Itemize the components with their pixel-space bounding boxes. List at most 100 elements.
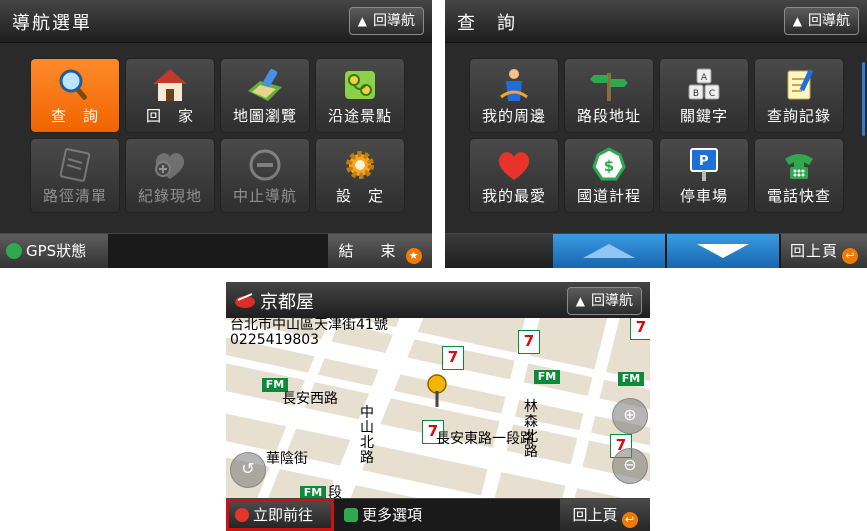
exit-runner-icon: ★ [405, 248, 422, 264]
nav-menu-screen: 導航選單 ▲ 回導航 查 詢 回 家 地圖瀏覽 沿途景點 路徑清單 紀錄現地 中… [0, 0, 432, 268]
search-parking-label: 停車場 [679, 187, 728, 205]
exit-button[interactable]: 結 束 ★ [328, 234, 432, 268]
page-down-button[interactable] [667, 234, 779, 268]
menu-poi-along-route-button[interactable]: 沿途景點 [315, 58, 405, 133]
go-now-button[interactable]: 立即前往 [226, 499, 334, 531]
more-options-icon [344, 508, 358, 522]
title-bar: 導航選單 ▲ 回導航 [0, 0, 432, 43]
triangle-up-icon [583, 244, 635, 258]
map-icon [248, 68, 282, 101]
bottom-bar: 立即前往 更多選項 回上頁 ↩ [226, 498, 650, 531]
route-list-icon [59, 148, 91, 182]
menu-settings-label: 設 定 [335, 187, 384, 205]
menu-stop-navigation-label: 中止導航 [232, 187, 297, 205]
menu-route-list-label: 路徑清單 [42, 187, 107, 205]
seven-eleven-marker[interactable]: 7 [442, 346, 464, 370]
page-up-button[interactable] [553, 234, 665, 268]
signpost-icon [590, 73, 628, 101]
zoom-out-button[interactable]: ⊖ [612, 448, 648, 484]
stop-icon [249, 149, 281, 181]
search-parking-button[interactable]: P 停車場 [659, 138, 749, 213]
page-title: 查 詢 [457, 13, 517, 34]
seven-eleven-marker[interactable]: 7 [630, 318, 650, 340]
street-label: 長安東路一段路 [436, 431, 534, 447]
gear-icon [346, 151, 374, 179]
search-keyword-button[interactable]: A B C 關鍵字 [659, 58, 749, 133]
street-label: 林森北路 [524, 399, 538, 460]
street-label: 長安西路 [282, 391, 338, 407]
poi-phone: 0225419803 [230, 332, 320, 348]
menu-stop-navigation-button[interactable]: 中止導航 [220, 138, 310, 213]
search-favorites-button[interactable]: 我的最愛 [469, 138, 559, 213]
menu-map-browse-button[interactable]: 地圖瀏覽 [220, 58, 310, 133]
poi-title: 京都屋 [260, 292, 314, 313]
menu-save-location-label: 紀錄現地 [137, 187, 202, 205]
bottom-bar: GPS狀態 結 束 ★ [0, 233, 432, 268]
search-favorites-label: 我的最愛 [481, 187, 546, 205]
street-label: 華陰街 [266, 451, 308, 467]
search-highway-toll-button[interactable]: $ 國道計程 [564, 138, 654, 213]
heart-add-icon [155, 153, 185, 179]
back-page-button[interactable]: 回上頁 ↩ [781, 234, 867, 268]
zoom-in-button[interactable]: ⊕ [612, 398, 648, 434]
go-now-icon [235, 508, 249, 522]
bottom-bar: 回上頁 ↩ [445, 233, 867, 268]
menu-poi-along-route-label: 沿途景點 [327, 107, 392, 125]
poi-detail-screen: 京都屋 ▲ 回導航 7 7 7 7 7 FM FM FM FM 長安西路 長安東路… [226, 282, 650, 531]
back-arrow-icon: ↩ [621, 512, 638, 528]
menu-search-button[interactable]: 查 詢 [30, 58, 120, 133]
heart-icon [498, 152, 530, 180]
back-to-navigation-button[interactable]: ▲ 回導航 [348, 7, 424, 35]
search-history-button[interactable]: 查詢記錄 [754, 58, 844, 133]
title-bar: 查 詢 ▲ 回導航 [445, 0, 867, 43]
menu-map-browse-label: 地圖瀏覽 [232, 107, 297, 125]
back-arrow-icon: ↩ [842, 248, 858, 264]
back-page-button[interactable]: 回上頁 ↩ [560, 499, 650, 531]
familymart-marker[interactable]: FM [262, 378, 288, 392]
search-road-address-button[interactable]: 路段地址 [564, 58, 654, 133]
gps-status-button[interactable]: GPS狀態 [0, 234, 108, 268]
search-keyword-label: 關鍵字 [679, 107, 728, 125]
back-to-navigation-button[interactable]: ▲ 回導航 [783, 7, 859, 35]
house-icon [153, 69, 187, 101]
menu-search-label: 查 詢 [50, 107, 99, 125]
back-to-navigation-button[interactable]: ▲ 回導航 [566, 287, 642, 315]
menu-home-button[interactable]: 回 家 [125, 58, 215, 133]
menu-settings-button[interactable]: 設 定 [315, 138, 405, 213]
search-highway-toll-label: 國道計程 [576, 187, 641, 205]
route-poi-icon [345, 71, 375, 99]
familymart-marker[interactable]: FM [618, 372, 644, 386]
keyboard-keys-icon: A B C [688, 68, 720, 100]
street-label: 中山北路 [360, 405, 374, 466]
more-options-button[interactable]: 更多選項 [340, 499, 422, 531]
search-history-label: 查詢記錄 [766, 107, 831, 125]
search-phone-lookup-label: 電話快查 [766, 187, 831, 205]
magnifier-icon [59, 69, 87, 100]
svg-text:B: B [693, 89, 699, 99]
chevron-up-icon: ▲ [575, 294, 585, 308]
bottom-bar-spacer [445, 234, 553, 268]
search-screen: 查 詢 ▲ 回導航 我的周邊 路段地址 A B C 關鍵字 查詢記錄 我的最愛 … [445, 0, 867, 268]
destination-pin-icon[interactable] [426, 374, 448, 408]
svg-text:A: A [701, 73, 708, 83]
search-nearby-label: 我的周邊 [481, 107, 546, 125]
person-nearby-icon [500, 69, 528, 101]
menu-home-label: 回 家 [145, 107, 194, 125]
title-bar: 京都屋 ▲ 回導航 [226, 282, 650, 318]
seven-eleven-marker[interactable]: 7 [518, 330, 540, 354]
notepad-icon [787, 69, 814, 100]
parking-sign-icon: P [690, 148, 718, 181]
rotate-map-button[interactable]: ↺ [230, 452, 266, 488]
menu-save-location-button[interactable]: 紀錄現地 [125, 138, 215, 213]
search-nearby-button[interactable]: 我的周邊 [469, 58, 559, 133]
svg-text:P: P [699, 154, 709, 169]
search-road-address-label: 路段地址 [576, 107, 641, 125]
search-phone-lookup-button[interactable]: 電話快查 [754, 138, 844, 213]
scrollbar[interactable] [862, 62, 865, 136]
familymart-marker[interactable]: FM [534, 370, 560, 384]
satellite-icon [6, 243, 22, 259]
menu-route-list-button[interactable]: 路徑清單 [30, 138, 120, 213]
restaurant-icon [235, 293, 255, 308]
triangle-down-icon [697, 244, 749, 258]
svg-text:C: C [709, 89, 715, 99]
